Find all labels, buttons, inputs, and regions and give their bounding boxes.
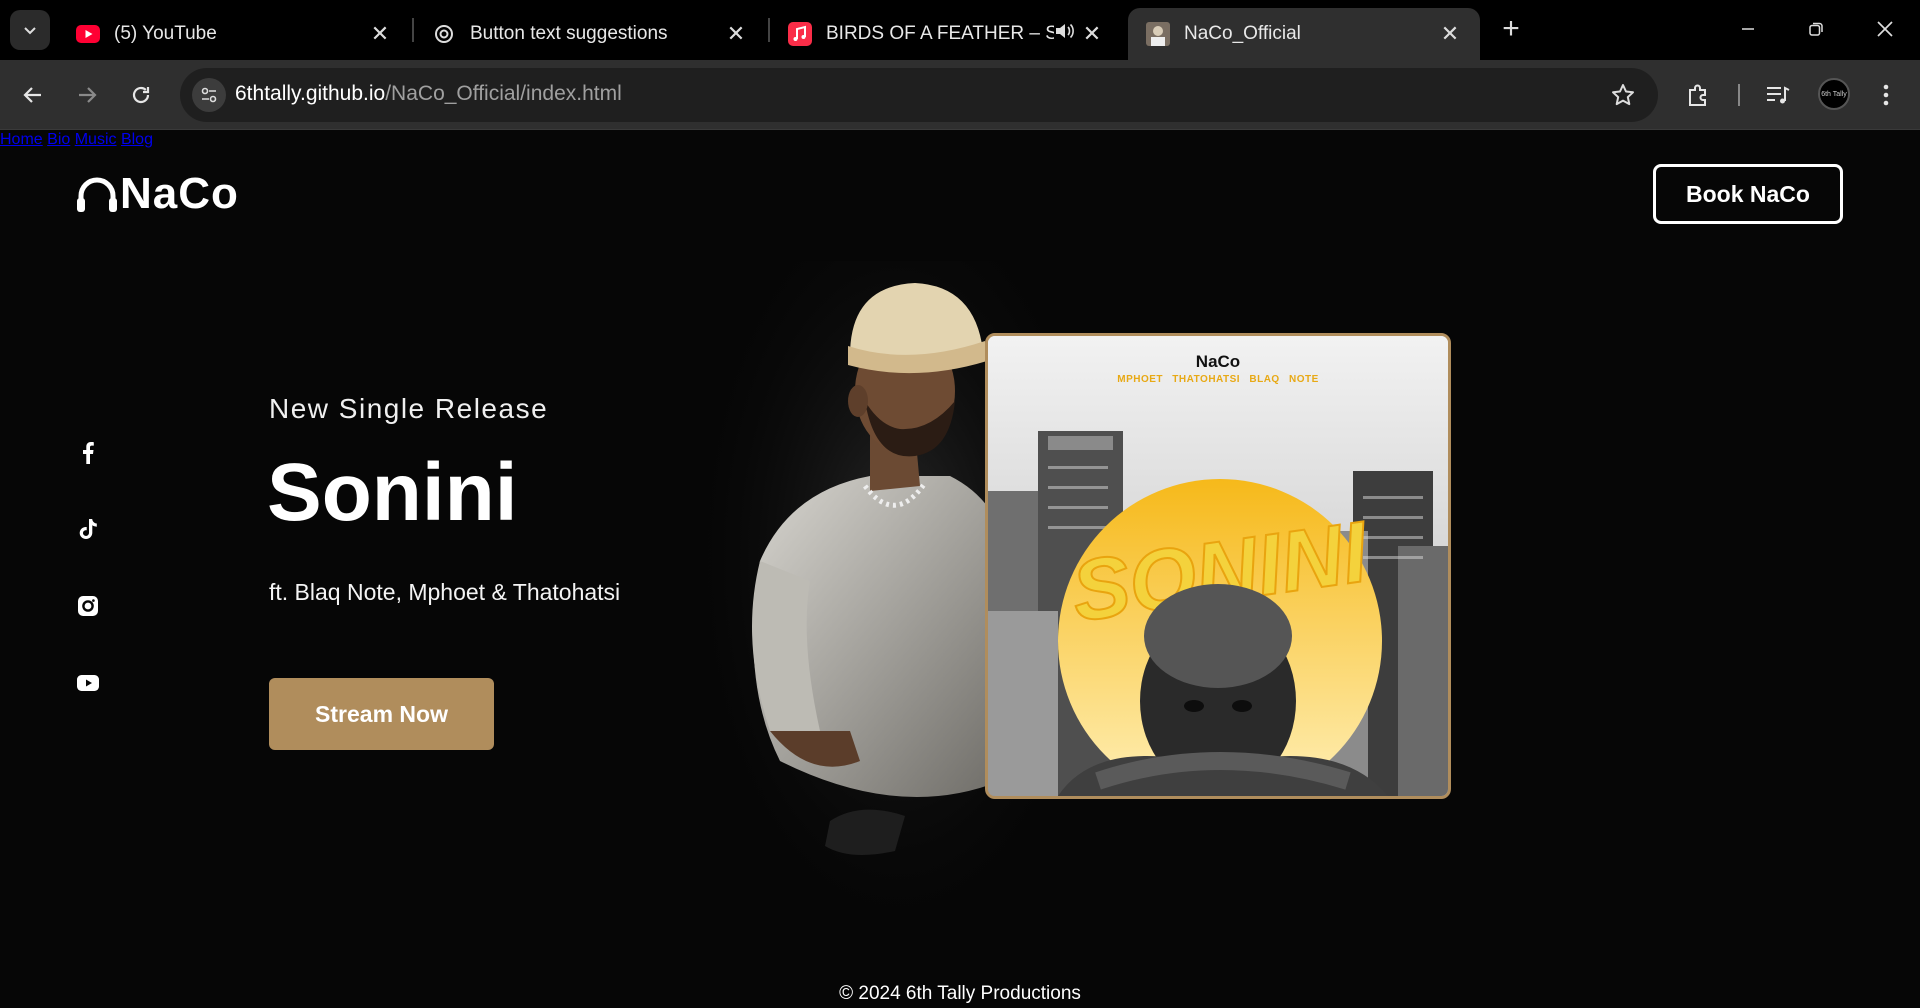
bookmark-star-icon[interactable]	[1610, 82, 1636, 108]
arrow-right-icon	[79, 87, 97, 103]
featuring-text: ft. Blaq Note, Mphoet & Thatohatsi	[269, 579, 621, 605]
tab-naco-official[interactable]: NaCo_Official ✕	[1128, 8, 1480, 60]
tab-youtube[interactable]: (5) YouTube ✕	[58, 8, 410, 60]
logo-text: NaCo	[120, 169, 239, 218]
reload-icon	[132, 86, 150, 104]
instagram-icon[interactable]	[76, 594, 100, 618]
cover-featured-artists: MPHOET THATOHATSI BLAQ NOTE	[1117, 374, 1319, 385]
minimize-button[interactable]	[1733, 14, 1763, 44]
headphones-icon	[77, 177, 117, 212]
site-logo[interactable]: NaCo	[76, 169, 239, 219]
playlist-music-icon	[1767, 86, 1790, 104]
chevron-down-icon	[24, 27, 36, 35]
chrome-menu-button[interactable]	[1868, 77, 1904, 113]
restore-button[interactable]	[1801, 14, 1831, 44]
youtube-icon[interactable]	[76, 671, 100, 695]
tab-title: NaCo_Official	[1184, 23, 1301, 44]
album-cover-art: SONINI	[988, 336, 1448, 796]
puzzle-icon	[1689, 84, 1706, 106]
single-title: Sonini	[267, 447, 518, 538]
back-button[interactable]	[15, 77, 51, 113]
chatgpt-icon	[432, 22, 456, 46]
site-favicon	[1146, 22, 1170, 46]
tab-title: Button text suggestions	[470, 23, 668, 44]
speaker-icon[interactable]	[1054, 22, 1080, 46]
browser-tab-bar: (5) YouTube ✕ Button text suggestions ✕ …	[0, 0, 1920, 60]
apple-music-icon	[788, 22, 812, 46]
close-tab-icon[interactable]: ✕	[1080, 21, 1104, 47]
new-tab-button[interactable]: +	[1494, 12, 1528, 46]
album-cover[interactable]: SONINI NaCo MPHOET THATOHATSI BLAQ NOTE	[985, 333, 1451, 799]
facebook-icon[interactable]	[76, 441, 100, 465]
close-window-button[interactable]	[1870, 14, 1900, 44]
stream-now-button[interactable]: Stream Now	[269, 678, 494, 750]
footer-copyright: © 2024 6th Tally Productions	[839, 983, 1081, 1004]
toolbar-divider	[1738, 84, 1740, 106]
profile-avatar[interactable]: 6th Tally	[1818, 78, 1850, 110]
browser-toolbar: 6thtally.github.io/NaCo_Official/index.h…	[0, 60, 1920, 130]
close-tab-icon[interactable]: ✕	[368, 21, 392, 47]
close-tab-icon[interactable]: ✕	[1438, 21, 1462, 47]
address-bar[interactable]: 6thtally.github.io/NaCo_Official/index.h…	[180, 68, 1658, 122]
arrow-left-icon	[23, 87, 41, 103]
release-label: New Single Release	[269, 393, 549, 424]
media-control-button[interactable]	[1760, 77, 1796, 113]
nav-bio[interactable]: Bio	[47, 131, 70, 148]
tab-search-button[interactable]	[10, 10, 50, 50]
tune-icon	[201, 87, 217, 103]
close-tab-icon[interactable]: ✕	[724, 21, 748, 47]
url-host: 6thtally.github.io	[235, 82, 386, 105]
tab-apple-music[interactable]: BIRDS OF A FEATHER – Song ✕	[770, 8, 1122, 60]
nav-music[interactable]: Music	[75, 131, 117, 148]
tab-title: (5) YouTube	[114, 23, 217, 44]
reload-button[interactable]	[123, 77, 159, 113]
tiktok-icon[interactable]	[76, 517, 100, 541]
tab-chatgpt[interactable]: Button text suggestions ✕	[414, 8, 766, 60]
profile-label: 6th Tally	[1821, 90, 1847, 98]
main-nav: Home Bio Music Blog	[0, 131, 1920, 149]
close-icon	[1877, 21, 1893, 37]
more-vertical-icon	[1883, 84, 1889, 106]
forward-button[interactable]	[69, 77, 105, 113]
extensions-button[interactable]	[1681, 77, 1717, 113]
url-path: /NaCo_Official/index.html	[385, 82, 622, 105]
restore-icon	[1809, 22, 1823, 36]
url-text[interactable]: 6thtally.github.io/NaCo_Official/index.h…	[235, 82, 622, 106]
site-info-button[interactable]	[192, 78, 226, 112]
minimize-icon	[1742, 28, 1754, 30]
nav-blog[interactable]: Blog	[121, 131, 153, 148]
tab-title: BIRDS OF A FEATHER – Song	[826, 23, 1054, 44]
youtube-icon	[76, 22, 100, 46]
book-naco-button[interactable]: Book NaCo	[1653, 164, 1843, 224]
cover-artist-name: NaCo	[1195, 352, 1241, 371]
nav-home[interactable]: Home	[0, 131, 43, 148]
web-page: NaCo Home Bio Music Blog Book NaCo New S…	[0, 131, 1920, 1008]
